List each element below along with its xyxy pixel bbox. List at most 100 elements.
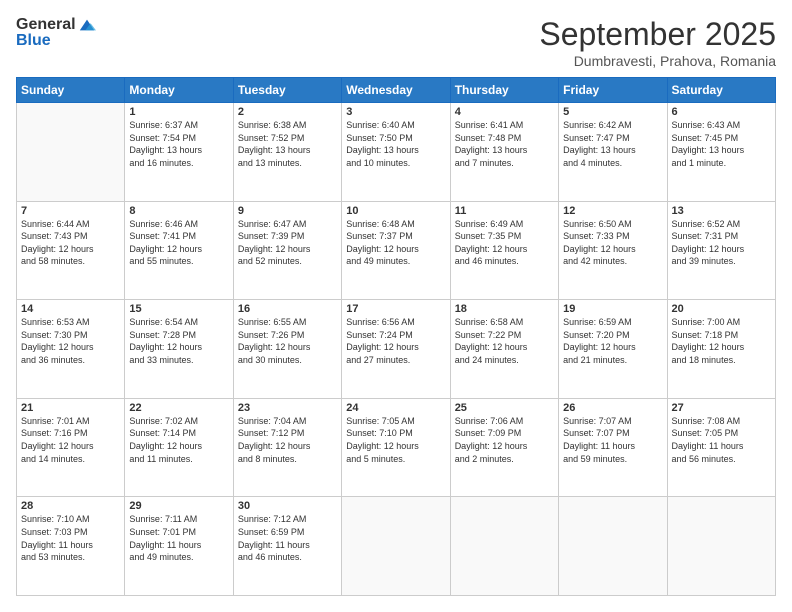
day-info: Sunrise: 6:40 AM Sunset: 7:50 PM Dayligh… xyxy=(346,119,445,169)
day-info: Sunrise: 6:54 AM Sunset: 7:28 PM Dayligh… xyxy=(129,316,228,366)
month-title: September 2025 xyxy=(539,16,776,53)
calendar-cell: 14Sunrise: 6:53 AM Sunset: 7:30 PM Dayli… xyxy=(17,300,125,399)
calendar-cell: 28Sunrise: 7:10 AM Sunset: 7:03 PM Dayli… xyxy=(17,497,125,596)
header-saturday: Saturday xyxy=(667,78,775,103)
day-number: 9 xyxy=(238,205,337,217)
header-wednesday: Wednesday xyxy=(342,78,450,103)
calendar-week-2: 14Sunrise: 6:53 AM Sunset: 7:30 PM Dayli… xyxy=(17,300,776,399)
day-info: Sunrise: 7:12 AM Sunset: 6:59 PM Dayligh… xyxy=(238,513,337,563)
calendar-cell: 27Sunrise: 7:08 AM Sunset: 7:05 PM Dayli… xyxy=(667,398,775,497)
day-number: 5 xyxy=(563,106,662,118)
calendar-cell: 6Sunrise: 6:43 AM Sunset: 7:45 PM Daylig… xyxy=(667,103,775,202)
day-number: 8 xyxy=(129,205,228,217)
day-info: Sunrise: 7:01 AM Sunset: 7:16 PM Dayligh… xyxy=(21,415,120,465)
day-info: Sunrise: 6:56 AM Sunset: 7:24 PM Dayligh… xyxy=(346,316,445,366)
calendar-cell: 4Sunrise: 6:41 AM Sunset: 7:48 PM Daylig… xyxy=(450,103,558,202)
calendar-cell: 18Sunrise: 6:58 AM Sunset: 7:22 PM Dayli… xyxy=(450,300,558,399)
day-number: 13 xyxy=(672,205,771,217)
title-block: September 2025 Dumbravesti, Prahova, Rom… xyxy=(539,16,776,69)
day-info: Sunrise: 6:41 AM Sunset: 7:48 PM Dayligh… xyxy=(455,119,554,169)
calendar-cell: 22Sunrise: 7:02 AM Sunset: 7:14 PM Dayli… xyxy=(125,398,233,497)
calendar-cell: 30Sunrise: 7:12 AM Sunset: 6:59 PM Dayli… xyxy=(233,497,341,596)
day-info: Sunrise: 6:43 AM Sunset: 7:45 PM Dayligh… xyxy=(672,119,771,169)
logo-blue-text: Blue xyxy=(16,32,51,50)
calendar-week-1: 7Sunrise: 6:44 AM Sunset: 7:43 PM Daylig… xyxy=(17,201,776,300)
day-number: 17 xyxy=(346,303,445,315)
calendar-cell: 15Sunrise: 6:54 AM Sunset: 7:28 PM Dayli… xyxy=(125,300,233,399)
day-info: Sunrise: 7:07 AM Sunset: 7:07 PM Dayligh… xyxy=(563,415,662,465)
calendar-cell: 21Sunrise: 7:01 AM Sunset: 7:16 PM Dayli… xyxy=(17,398,125,497)
day-info: Sunrise: 6:59 AM Sunset: 7:20 PM Dayligh… xyxy=(563,316,662,366)
day-number: 23 xyxy=(238,402,337,414)
day-info: Sunrise: 6:50 AM Sunset: 7:33 PM Dayligh… xyxy=(563,218,662,268)
day-info: Sunrise: 7:00 AM Sunset: 7:18 PM Dayligh… xyxy=(672,316,771,366)
calendar-cell: 11Sunrise: 6:49 AM Sunset: 7:35 PM Dayli… xyxy=(450,201,558,300)
calendar-cell: 13Sunrise: 6:52 AM Sunset: 7:31 PM Dayli… xyxy=(667,201,775,300)
calendar-cell: 12Sunrise: 6:50 AM Sunset: 7:33 PM Dayli… xyxy=(559,201,667,300)
day-info: Sunrise: 7:02 AM Sunset: 7:14 PM Dayligh… xyxy=(129,415,228,465)
day-number: 10 xyxy=(346,205,445,217)
calendar-cell: 26Sunrise: 7:07 AM Sunset: 7:07 PM Dayli… xyxy=(559,398,667,497)
day-number: 1 xyxy=(129,106,228,118)
page: General Blue September 2025 Dumbravesti,… xyxy=(0,0,792,612)
calendar-cell: 17Sunrise: 6:56 AM Sunset: 7:24 PM Dayli… xyxy=(342,300,450,399)
day-number: 25 xyxy=(455,402,554,414)
calendar-cell: 5Sunrise: 6:42 AM Sunset: 7:47 PM Daylig… xyxy=(559,103,667,202)
calendar-header-row: Sunday Monday Tuesday Wednesday Thursday… xyxy=(17,78,776,103)
calendar-cell xyxy=(559,497,667,596)
day-number: 3 xyxy=(346,106,445,118)
day-number: 12 xyxy=(563,205,662,217)
day-info: Sunrise: 6:37 AM Sunset: 7:54 PM Dayligh… xyxy=(129,119,228,169)
day-info: Sunrise: 7:10 AM Sunset: 7:03 PM Dayligh… xyxy=(21,513,120,563)
calendar-cell: 20Sunrise: 7:00 AM Sunset: 7:18 PM Dayli… xyxy=(667,300,775,399)
day-info: Sunrise: 7:06 AM Sunset: 7:09 PM Dayligh… xyxy=(455,415,554,465)
day-number: 26 xyxy=(563,402,662,414)
day-number: 11 xyxy=(455,205,554,217)
day-info: Sunrise: 6:53 AM Sunset: 7:30 PM Dayligh… xyxy=(21,316,120,366)
day-number: 29 xyxy=(129,500,228,512)
calendar-cell: 10Sunrise: 6:48 AM Sunset: 7:37 PM Dayli… xyxy=(342,201,450,300)
day-number: 19 xyxy=(563,303,662,315)
header-monday: Monday xyxy=(125,78,233,103)
calendar-cell: 19Sunrise: 6:59 AM Sunset: 7:20 PM Dayli… xyxy=(559,300,667,399)
day-number: 21 xyxy=(21,402,120,414)
calendar-cell: 8Sunrise: 6:46 AM Sunset: 7:41 PM Daylig… xyxy=(125,201,233,300)
day-info: Sunrise: 7:05 AM Sunset: 7:10 PM Dayligh… xyxy=(346,415,445,465)
day-info: Sunrise: 6:42 AM Sunset: 7:47 PM Dayligh… xyxy=(563,119,662,169)
calendar-cell: 24Sunrise: 7:05 AM Sunset: 7:10 PM Dayli… xyxy=(342,398,450,497)
header: General Blue September 2025 Dumbravesti,… xyxy=(16,16,776,69)
day-number: 27 xyxy=(672,402,771,414)
day-number: 16 xyxy=(238,303,337,315)
logo: General Blue xyxy=(16,16,96,50)
calendar-week-3: 21Sunrise: 7:01 AM Sunset: 7:16 PM Dayli… xyxy=(17,398,776,497)
day-number: 30 xyxy=(238,500,337,512)
calendar-cell: 29Sunrise: 7:11 AM Sunset: 7:01 PM Dayli… xyxy=(125,497,233,596)
day-info: Sunrise: 6:46 AM Sunset: 7:41 PM Dayligh… xyxy=(129,218,228,268)
calendar-cell xyxy=(667,497,775,596)
day-info: Sunrise: 6:55 AM Sunset: 7:26 PM Dayligh… xyxy=(238,316,337,366)
day-info: Sunrise: 6:49 AM Sunset: 7:35 PM Dayligh… xyxy=(455,218,554,268)
day-number: 2 xyxy=(238,106,337,118)
day-info: Sunrise: 6:44 AM Sunset: 7:43 PM Dayligh… xyxy=(21,218,120,268)
day-number: 6 xyxy=(672,106,771,118)
day-info: Sunrise: 7:08 AM Sunset: 7:05 PM Dayligh… xyxy=(672,415,771,465)
calendar-week-4: 28Sunrise: 7:10 AM Sunset: 7:03 PM Dayli… xyxy=(17,497,776,596)
day-number: 20 xyxy=(672,303,771,315)
day-number: 24 xyxy=(346,402,445,414)
header-tuesday: Tuesday xyxy=(233,78,341,103)
calendar-cell: 1Sunrise: 6:37 AM Sunset: 7:54 PM Daylig… xyxy=(125,103,233,202)
calendar-cell: 16Sunrise: 6:55 AM Sunset: 7:26 PM Dayli… xyxy=(233,300,341,399)
calendar-cell: 23Sunrise: 7:04 AM Sunset: 7:12 PM Dayli… xyxy=(233,398,341,497)
calendar-cell xyxy=(450,497,558,596)
calendar-cell: 3Sunrise: 6:40 AM Sunset: 7:50 PM Daylig… xyxy=(342,103,450,202)
day-info: Sunrise: 6:38 AM Sunset: 7:52 PM Dayligh… xyxy=(238,119,337,169)
day-number: 18 xyxy=(455,303,554,315)
calendar-cell: 9Sunrise: 6:47 AM Sunset: 7:39 PM Daylig… xyxy=(233,201,341,300)
day-info: Sunrise: 6:52 AM Sunset: 7:31 PM Dayligh… xyxy=(672,218,771,268)
day-number: 15 xyxy=(129,303,228,315)
calendar-cell xyxy=(342,497,450,596)
calendar-cell: 25Sunrise: 7:06 AM Sunset: 7:09 PM Dayli… xyxy=(450,398,558,497)
day-number: 28 xyxy=(21,500,120,512)
day-number: 7 xyxy=(21,205,120,217)
header-thursday: Thursday xyxy=(450,78,558,103)
